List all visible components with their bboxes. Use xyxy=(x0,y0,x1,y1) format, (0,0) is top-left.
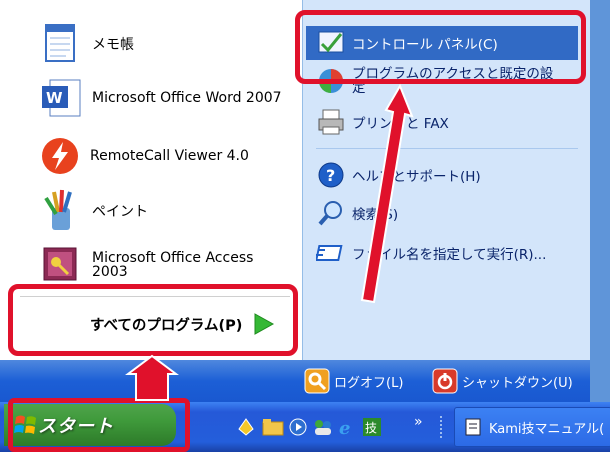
annotation-arrows xyxy=(125,83,414,401)
